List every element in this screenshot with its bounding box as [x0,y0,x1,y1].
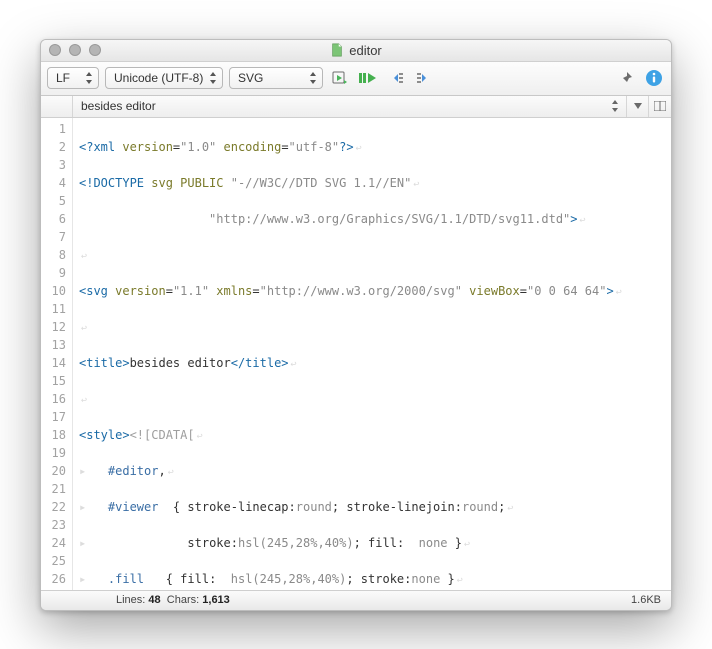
pin-button[interactable] [615,67,637,89]
editor-window: editor LF Unicode (UTF-8) SVG besides ed… [40,39,672,611]
pin-icon [618,70,634,86]
titlebar[interactable]: editor [41,40,671,62]
toolbar: LF Unicode (UTF-8) SVG [41,62,671,96]
chars-label: Chars: [167,594,199,606]
indent-icon [416,71,432,85]
code-area[interactable]: <?xml version="1.0" encoding="utf-8"?>↩ … [73,118,671,590]
chevron-updown-icon [308,71,318,85]
info-button[interactable] [643,67,665,89]
status-bar: Lines: 48 Chars: 1,613 1.6KB [41,590,671,610]
encoding-select[interactable]: Unicode (UTF-8) [105,67,223,89]
window-controls [49,44,101,56]
file-path-select[interactable]: besides editor [73,96,627,117]
file-size: 1.6KB [631,594,661,606]
chevron-updown-icon [208,71,218,85]
play-button[interactable] [357,67,379,89]
split-view-button[interactable] [649,96,671,117]
line-number-gutter[interactable]: 1234567891011121314151617181920212223242… [41,118,73,590]
document-icon [330,43,344,57]
code-editor[interactable]: 1234567891011121314151617181920212223242… [41,118,671,590]
lines-label: Lines: [116,594,145,606]
language-select[interactable]: SVG [229,67,323,89]
chevron-updown-icon [84,71,94,85]
gutter-header [41,96,73,117]
indent-button[interactable] [413,67,435,89]
minimize-button[interactable] [69,44,81,56]
outdent-icon [388,71,404,85]
outdent-button[interactable] [385,67,407,89]
chevron-down-icon [634,103,642,109]
path-bar: besides editor [41,96,671,118]
zoom-button[interactable] [89,44,101,56]
info-icon [645,69,663,87]
play-icon [359,71,377,85]
symbols-dropdown[interactable] [627,96,649,117]
close-button[interactable] [49,44,61,56]
window-title: editor [349,43,382,58]
run-button[interactable] [329,67,351,89]
chevron-updown-icon [610,99,620,113]
line-endings-select[interactable]: LF [47,67,99,89]
split-view-icon [654,101,666,111]
chars-count: 1,613 [202,594,230,606]
lines-count: 48 [148,594,160,606]
run-icon [332,70,348,86]
